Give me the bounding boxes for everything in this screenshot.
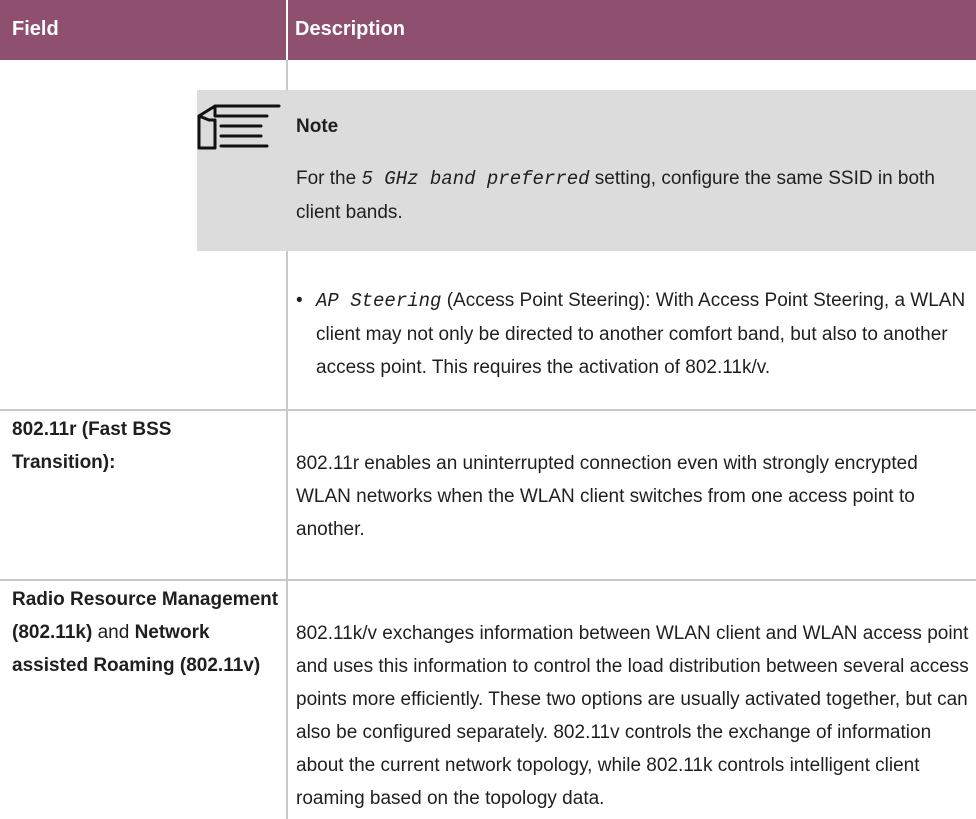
description-802-11r: 802.11r enables an uninterrupted connect…	[296, 453, 918, 540]
table-header: Field Description	[0, 0, 976, 60]
header-field: Field	[12, 18, 59, 40]
note-title: Note	[296, 116, 339, 137]
header-description: Description	[295, 18, 406, 40]
code-ap-steering: AP Steering	[316, 290, 442, 312]
header-separator	[286, 0, 288, 60]
row-divider	[0, 579, 976, 581]
bullet: •	[296, 290, 303, 311]
field-802-11r: 802.11r (Fast BSS Transition):	[12, 419, 172, 473]
manual-page: Field Description Note For the 5 GHz ban…	[0, 0, 976, 819]
pointing-hand-icon	[197, 104, 281, 150]
field-802-11k-v: Radio Resource Management (802.11k) and …	[12, 589, 279, 676]
note-text: For the 5 GHz band preferred setting, co…	[296, 168, 935, 223]
row-divider	[0, 409, 976, 411]
code-5ghz-band-preferred: 5 GHz band preferred	[361, 168, 590, 190]
description-802-11k-v: 802.11k/v exchanges information between …	[296, 623, 969, 809]
list-item-ap-steering: • AP Steering (Access Point Steering): W…	[296, 284, 966, 384]
